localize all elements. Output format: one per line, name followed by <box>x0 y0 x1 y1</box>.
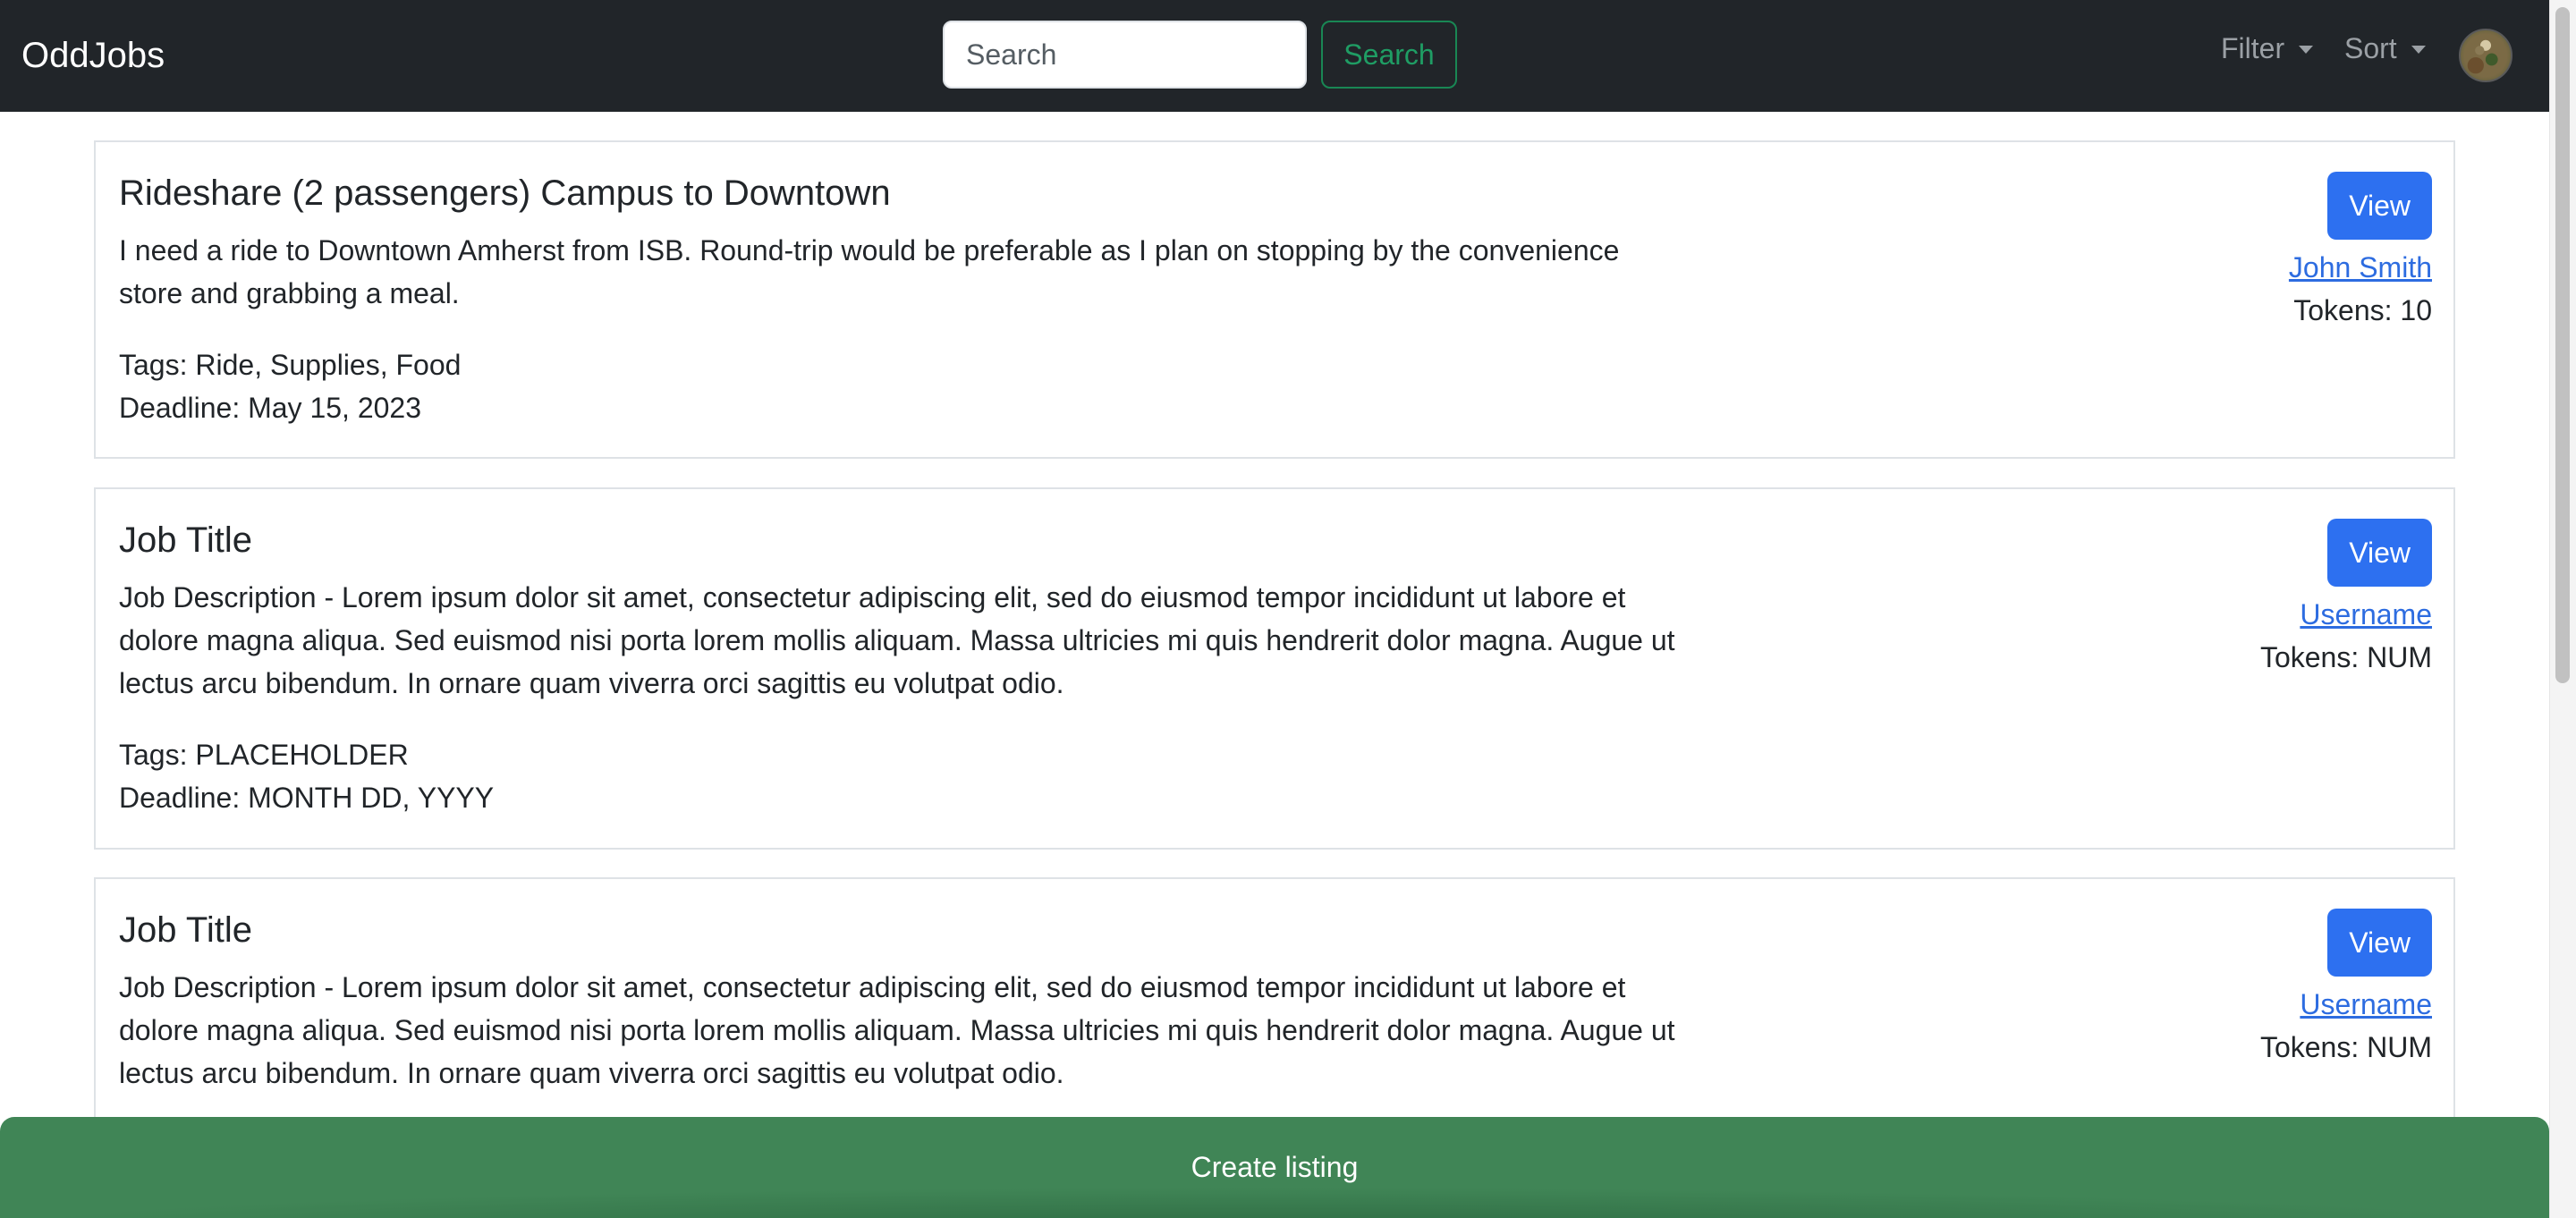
caret-down-icon <box>2299 45 2314 54</box>
sort-dropdown[interactable]: Sort <box>2344 25 2426 72</box>
listing-description: Job Description - Lorem ipsum dolor sit … <box>119 581 1675 699</box>
listing-description: I need a ride to Downtown Amherst from I… <box>119 234 1620 309</box>
listing-card: Rideshare (2 passengers) Campus to Downt… <box>94 140 2455 459</box>
username-link[interactable]: John Smith <box>2289 249 2432 286</box>
view-button[interactable]: View <box>2327 519 2432 587</box>
listing-actions: View John Smith Tokens: 10 <box>2289 172 2432 329</box>
navbar: OddJobs Search Filter Sort <box>0 0 2549 112</box>
username-link[interactable]: Username <box>2260 985 2432 1023</box>
listing-deadline: Deadline: MONTH DD, YYYY <box>119 782 495 814</box>
create-listing-button[interactable]: Create listing <box>0 1117 2549 1218</box>
scrollbar-thumb[interactable] <box>2555 7 2570 683</box>
search-input[interactable] <box>943 21 1307 89</box>
listing-title: Rideshare (2 passengers) Campus to Downt… <box>119 173 891 213</box>
listing-deadline: Deadline: May 15, 2023 <box>119 392 421 424</box>
page: OddJobs Search Filter Sort Rideshare (2 … <box>0 0 2576 1218</box>
listing-description: Job Description - Lorem ipsum dolor sit … <box>119 971 1675 1089</box>
filter-dropdown[interactable]: Filter <box>2221 25 2314 72</box>
listing-tags: Tags: PLACEHOLDER <box>119 739 409 771</box>
brand-logo[interactable]: OddJobs <box>21 30 165 80</box>
listing-actions: View Username Tokens: NUM <box>2260 909 2432 1066</box>
filter-dropdown-label: Filter <box>2221 32 2285 64</box>
view-button[interactable]: View <box>2327 909 2432 977</box>
search-button[interactable]: Search <box>1321 21 1457 89</box>
caret-down-icon <box>2411 45 2426 54</box>
listing-tags: Tags: Ride, Supplies, Food <box>119 349 462 381</box>
avatar[interactable] <box>2459 29 2512 82</box>
username-link[interactable]: Username <box>2260 596 2432 633</box>
tokens-value: Tokens: 10 <box>2293 294 2432 326</box>
listing-title: Job Title <box>119 520 252 560</box>
listing-actions: View Username Tokens: NUM <box>2260 519 2432 676</box>
tokens-value: Tokens: NUM <box>2259 1031 2432 1063</box>
view-button[interactable]: View <box>2327 172 2432 240</box>
listing-card: Job Title Job Description - Lorem ipsum … <box>94 487 2455 850</box>
sort-dropdown-label: Sort <box>2344 32 2397 64</box>
tokens-value: Tokens: NUM <box>2259 641 2432 673</box>
listing-title: Job Title <box>119 910 252 950</box>
